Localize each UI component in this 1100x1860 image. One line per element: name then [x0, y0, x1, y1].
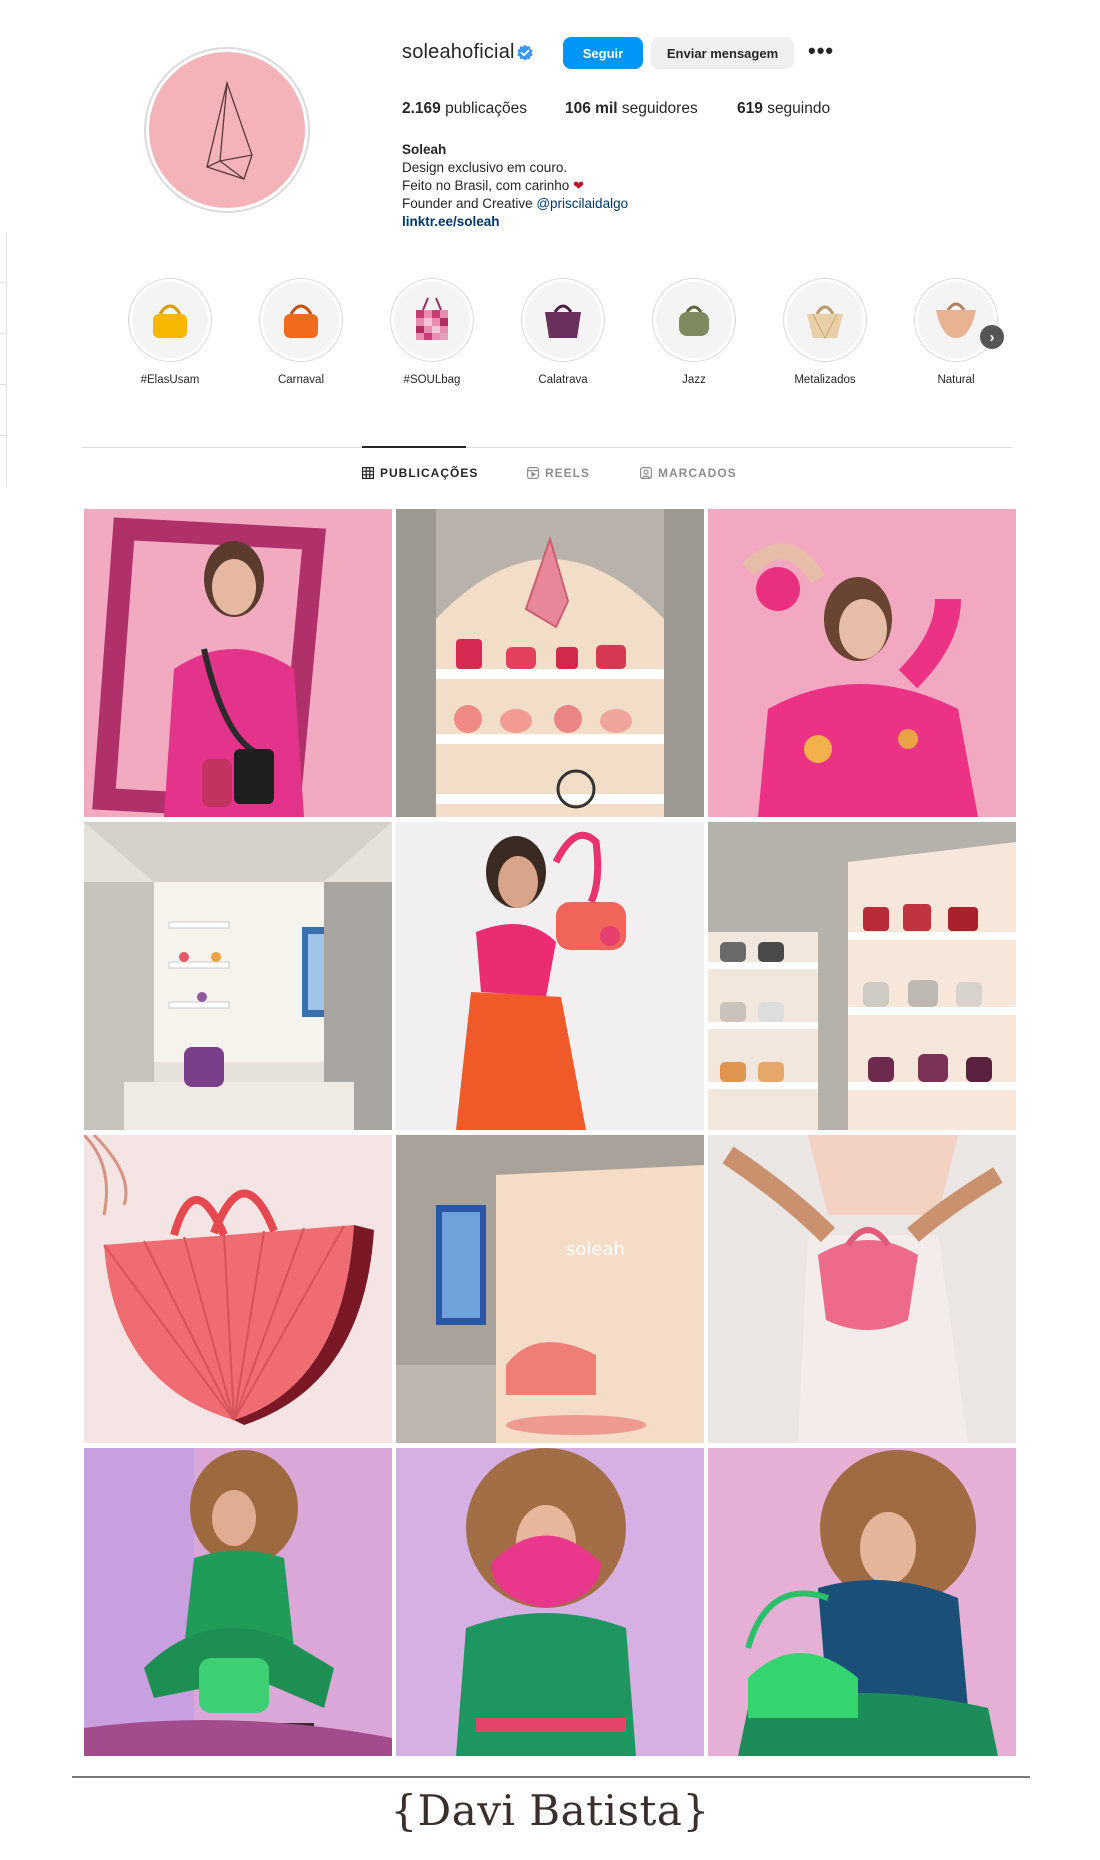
post-thumbnail[interactable]	[396, 509, 704, 817]
highlight-label: Jazz	[682, 374, 706, 386]
highlight-metalizados[interactable]: Metalizados	[780, 278, 870, 386]
post-image	[708, 509, 1016, 817]
checkered-bag-icon	[416, 297, 448, 340]
tab-marcados[interactable]: MARCADOS	[640, 466, 737, 480]
post-image	[84, 822, 392, 1130]
footer-divider	[72, 1776, 1030, 1778]
reels-icon	[527, 467, 539, 479]
post-image	[708, 1448, 1016, 1756]
highlight-calatrava[interactable]: Calatrava	[518, 278, 608, 386]
highlight-label: #ElasUsam	[140, 374, 200, 386]
more-options-icon[interactable]: •••	[808, 38, 834, 64]
profile-bio: Soleah Design exclusivo em couro. Feito …	[402, 141, 628, 231]
post-image	[708, 822, 1016, 1130]
tabs-divider	[82, 447, 1012, 448]
post-thumbnail[interactable]	[84, 822, 392, 1130]
olive-bag-icon	[679, 305, 709, 336]
highlight-label: Calatrava	[538, 374, 588, 386]
post-image	[396, 1448, 704, 1756]
tagged-icon	[640, 467, 652, 479]
highlight-carnaval[interactable]: Carnaval	[256, 278, 346, 386]
neon-sign-text: soleah	[566, 1239, 625, 1260]
highlight-elasusam[interactable]: #ElasUsam	[125, 278, 215, 386]
post-image	[708, 1135, 1016, 1443]
chevron-right-icon[interactable]: ›	[980, 325, 1004, 349]
soleah-logo-icon	[206, 80, 253, 180]
tab-reels[interactable]: REELS	[527, 466, 590, 480]
post-image	[396, 822, 704, 1130]
yellow-bag-icon	[153, 304, 187, 338]
bio-external-link[interactable]: linktr.ee/soleah	[402, 213, 628, 231]
highlight-label: #SOULbag	[403, 374, 461, 386]
post-thumbnail[interactable]	[708, 822, 1016, 1130]
avatar-logo	[149, 52, 305, 208]
sidebar-edge	[0, 232, 7, 487]
post-thumbnail[interactable]: soleah	[396, 1135, 704, 1443]
post-thumbnail[interactable]	[708, 1448, 1016, 1756]
post-thumbnail[interactable]	[84, 509, 392, 817]
bio-line: Founder and Creative @priscilaidalgo	[402, 196, 629, 211]
post-image: soleah	[396, 1135, 704, 1443]
highlight-jazz[interactable]: Jazz	[649, 278, 739, 386]
profile-avatar[interactable]	[144, 47, 310, 213]
following-count[interactable]: 619 seguindo	[737, 100, 830, 118]
post-thumbnail[interactable]	[708, 1135, 1016, 1443]
follow-button[interactable]: Seguir	[563, 37, 643, 69]
bio-name: Soleah	[402, 142, 447, 157]
highlight-label: Metalizados	[794, 374, 856, 386]
natural-bag-icon	[936, 302, 976, 338]
post-thumbnail[interactable]	[84, 1135, 392, 1443]
post-image	[84, 1135, 392, 1443]
bio-mention-link[interactable]: @priscilaidalgo	[536, 196, 628, 211]
orange-bag-icon	[284, 304, 318, 338]
author-signature: {Davi Batista}	[390, 1786, 710, 1835]
purple-bag-icon	[545, 304, 581, 338]
post-thumbnail[interactable]	[708, 509, 1016, 817]
heart-icon: ❤	[573, 178, 584, 193]
post-image	[396, 509, 704, 817]
highlight-label: Carnaval	[277, 374, 325, 386]
bio-line: Feito no Brasil, com carinho ❤	[402, 178, 584, 193]
posts-count: 2.169 publicações	[402, 100, 527, 117]
tab-publicacoes[interactable]: PUBLICAÇÕES	[362, 466, 478, 480]
post-image	[84, 509, 392, 817]
active-tab-indicator	[362, 446, 466, 448]
post-thumbnail[interactable]	[84, 1448, 392, 1756]
metallic-bag-icon	[807, 305, 843, 340]
bio-line: Design exclusivo em couro.	[402, 160, 568, 175]
send-message-button[interactable]: Enviar mensagem	[651, 37, 794, 69]
post-thumbnail[interactable]	[396, 822, 704, 1130]
verified-badge-icon	[517, 44, 533, 61]
grid-icon	[362, 467, 374, 479]
highlight-soulbag[interactable]: #SOULbag	[387, 278, 477, 386]
profile-username: soleahoficial	[402, 41, 515, 63]
post-thumbnail[interactable]	[396, 1448, 704, 1756]
followers-count[interactable]: 106 mil seguidores	[565, 100, 698, 118]
highlight-label: Natural	[937, 374, 975, 386]
post-image	[84, 1448, 392, 1756]
